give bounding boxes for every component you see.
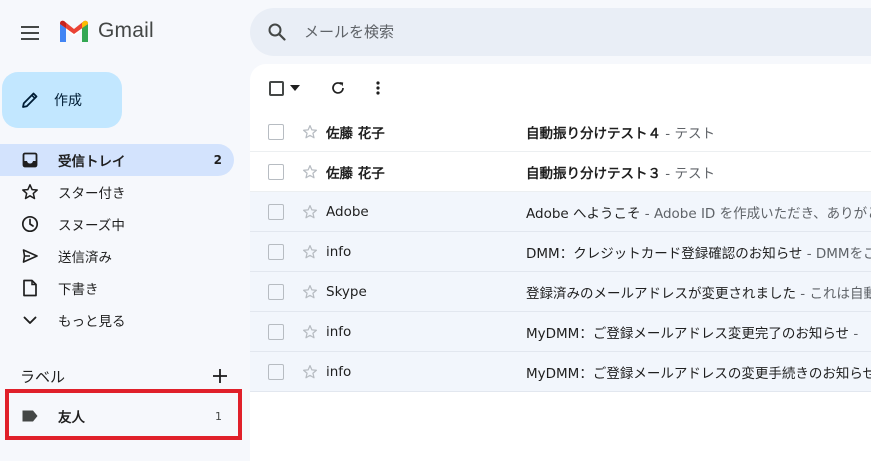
pencil-icon xyxy=(22,92,38,108)
mail-subject: 自動振り分けテスト４ xyxy=(526,125,661,142)
create-label-button[interactable] xyxy=(208,364,232,388)
mail-snippet: - テスト xyxy=(661,125,715,142)
mail-snippet: - xyxy=(849,325,859,342)
mail-subject: 自動振り分けテスト３ xyxy=(526,165,661,182)
sidebar-item-label-friends[interactable]: 友人 1 xyxy=(0,400,234,432)
sidebar-item-sent[interactable]: 送信済み xyxy=(0,240,234,272)
sidebar-item-starred[interactable]: スター付き xyxy=(0,176,234,208)
mail-panel: 佐藤 花子 自動振り分けテスト４ - テスト 佐藤 花子 自動振り分けテスト３ … xyxy=(250,64,871,461)
row-checkbox[interactable] xyxy=(268,243,284,260)
row-checkbox[interactable] xyxy=(268,123,284,140)
select-dropdown-button[interactable] xyxy=(286,74,304,102)
mail-sender: 佐藤 花子 xyxy=(326,125,385,142)
labels-title: ラベル xyxy=(20,367,66,386)
mail-toolbar xyxy=(250,64,871,112)
sidebar-item-label: もっと見る xyxy=(58,314,126,330)
caret-down-icon xyxy=(290,85,300,91)
row-checkbox[interactable] xyxy=(268,163,284,180)
mail-subject: MyDMM：ご登録メールアドレス変更完了のお知らせ xyxy=(526,325,850,342)
star-icon[interactable] xyxy=(302,124,318,140)
select-all-checkbox[interactable] xyxy=(266,74,286,102)
compose-button[interactable]: 作成 xyxy=(2,72,122,128)
mail-sender: info xyxy=(326,363,352,380)
sidebar-item-label: 受信トレイ xyxy=(58,154,126,170)
refresh-button[interactable] xyxy=(324,74,352,102)
mail-row[interactable]: Skype 登録済みのメールアドレスが変更されました - これは自動 xyxy=(250,272,871,312)
mail-subject: Adobe へようこそ xyxy=(526,205,641,222)
star-icon[interactable] xyxy=(302,364,318,380)
mail-list: 佐藤 花子 自動振り分けテスト４ - テスト 佐藤 花子 自動振り分けテスト３ … xyxy=(250,112,871,392)
clock-icon xyxy=(20,214,40,234)
star-icon[interactable] xyxy=(302,164,318,180)
star-icon[interactable] xyxy=(302,284,318,300)
main-menu-button[interactable] xyxy=(14,17,46,49)
labels-section-header: ラベル xyxy=(20,362,232,390)
sidebar-item-label: スヌーズ中 xyxy=(58,218,125,234)
sidebar-item-label: スター付き xyxy=(58,186,126,202)
search-input[interactable] xyxy=(304,23,704,41)
sidebar-item-label: 下書き xyxy=(58,282,99,298)
draft-icon xyxy=(20,278,40,298)
gmail-m-icon xyxy=(60,20,88,42)
row-checkbox[interactable] xyxy=(268,363,284,380)
hamburger-icon xyxy=(21,26,39,40)
row-checkbox[interactable] xyxy=(268,323,284,340)
mail-row[interactable]: info MyDMM：ご登録メールアドレスの変更手続きのお知らせ xyxy=(250,352,871,392)
mail-sender: info xyxy=(326,323,352,340)
sidebar-item-more[interactable]: もっと見る xyxy=(0,304,234,336)
mail-sender: info xyxy=(326,243,352,260)
plus-icon xyxy=(213,369,227,383)
star-icon[interactable] xyxy=(302,204,318,220)
sidebar-item-drafts[interactable]: 下書き xyxy=(0,272,234,304)
mail-row[interactable]: 佐藤 花子 自動振り分けテスト３ - テスト xyxy=(250,152,871,192)
row-checkbox[interactable] xyxy=(268,203,284,220)
mail-sender: Adobe xyxy=(326,203,369,220)
row-checkbox[interactable] xyxy=(268,283,284,300)
label-icon xyxy=(20,406,40,426)
label-count: 1 xyxy=(215,409,222,423)
gmail-logo[interactable]: Gmail xyxy=(58,18,154,44)
chevron-down-icon xyxy=(20,310,40,330)
mail-row[interactable]: info MyDMM：ご登録メールアドレス変更完了のお知らせ - xyxy=(250,312,871,352)
mail-snippet: - Adobe ID を作成いただき、ありがとう xyxy=(640,205,871,222)
sidebar-item-snoozed[interactable]: スヌーズ中 xyxy=(0,208,234,240)
star-icon[interactable] xyxy=(302,244,318,260)
star-icon[interactable] xyxy=(302,324,318,340)
inbox-icon xyxy=(20,150,40,170)
mail-row[interactable]: info DMM：クレジットカード登録確認のお知らせ - DMMをご xyxy=(250,232,871,272)
more-vert-icon xyxy=(376,81,380,95)
refresh-icon xyxy=(332,82,344,94)
mail-sender: Skype xyxy=(326,283,367,300)
checkbox-icon xyxy=(268,80,284,96)
mail-snippet: - テスト xyxy=(661,165,715,182)
mail-snippet: - これは自動 xyxy=(796,285,871,302)
sidebar-item-label: 友人 xyxy=(58,410,85,426)
more-options-button[interactable] xyxy=(364,74,392,102)
search-bar[interactable] xyxy=(250,8,871,56)
sidebar-item-inbox[interactable]: 受信トレイ 2 xyxy=(0,144,234,176)
app-name: Gmail xyxy=(98,19,154,42)
mail-subject: MyDMM：ご登録メールアドレスの変更手続きのお知らせ xyxy=(526,365,871,382)
mail-row[interactable]: Adobe Adobe へようこそ - Adobe ID を作成いただき、ありが… xyxy=(250,192,871,232)
search-icon[interactable] xyxy=(268,23,286,41)
mail-sender: 佐藤 花子 xyxy=(326,165,385,182)
mail-row[interactable]: 佐藤 花子 自動振り分けテスト４ - テスト xyxy=(250,112,871,152)
mail-subject: 登録済みのメールアドレスが変更されました xyxy=(526,285,796,302)
mail-snippet: - DMMをご xyxy=(802,245,871,262)
mail-subject: DMM：クレジットカード登録確認のお知らせ xyxy=(526,245,803,262)
sidebar-nav: 受信トレイ 2 スター付き スヌーズ中 送信済み 下書き もっと見る xyxy=(0,144,234,336)
compose-label: 作成 xyxy=(54,93,82,109)
unread-count: 2 xyxy=(213,153,222,167)
sidebar-item-label: 送信済み xyxy=(58,250,112,266)
star-icon xyxy=(20,182,40,202)
send-icon xyxy=(20,246,40,266)
